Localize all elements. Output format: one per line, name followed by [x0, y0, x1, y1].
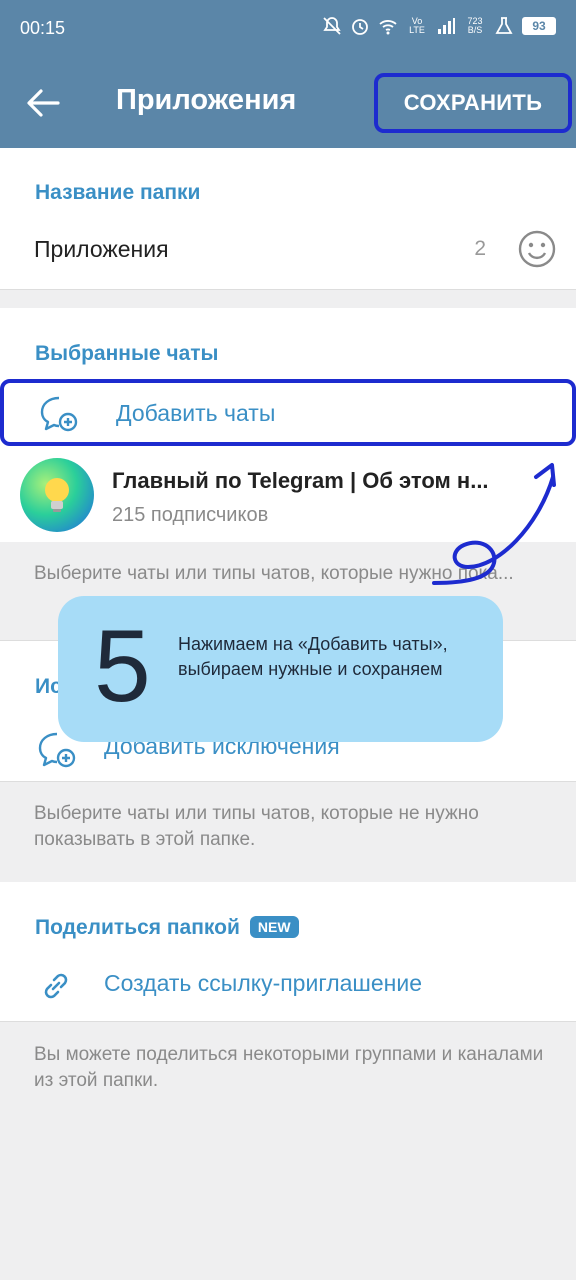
wifi-icon — [379, 20, 397, 35]
add-chats-button[interactable]: Добавить чаты — [0, 379, 576, 446]
signal-icon — [438, 18, 455, 34]
exclusions-hint: Выберите чаты или типы чатов, которые не… — [34, 803, 479, 850]
instruction-text: Нажимаем на «Добавить чаты», выбираем ну… — [178, 634, 448, 679]
add-chat-icon — [40, 396, 78, 432]
lightbulb-icon — [45, 478, 69, 512]
create-invite-link-label: Создать ссылку-приглашение — [104, 970, 423, 996]
mute-bell-icon — [323, 17, 341, 35]
hand-drawn-arrow-icon — [432, 463, 556, 585]
avatar — [20, 458, 94, 532]
page-title: Приложения — [116, 84, 297, 116]
battery-indicator: 93 — [522, 17, 556, 35]
instruction-callout: 5 Нажимаем на «Добавить чаты», выбираем … — [58, 596, 503, 742]
status-time: 00:15 — [20, 18, 66, 38]
flask-icon — [495, 17, 513, 34]
selected-chats-heading: Выбранные чаты — [35, 342, 219, 365]
network-speed: 723 B/S — [467, 16, 483, 35]
status-bar: 00:15 Vo LTE 723 B/S 93 — [0, 0, 576, 58]
share-folder-section: Поделиться папкой NEW Создать ссылку-приг… — [0, 882, 576, 1022]
add-chats-label: Добавить чаты — [116, 400, 276, 426]
chat-subscribers: 215 подписчиков — [112, 504, 269, 526]
alarm-icon — [352, 19, 368, 35]
app-bar: Приложения СОХРАНИТЬ — [0, 58, 576, 148]
folder-name-heading: Название папки — [35, 181, 201, 204]
status-icons: Vo LTE 723 B/S 93 — [322, 16, 556, 36]
volte-indicator: Vo LTE — [409, 16, 425, 35]
share-hint: Вы можете поделиться некоторыми группами… — [34, 1044, 544, 1091]
create-invite-link-button[interactable]: Создать ссылку-приглашение — [0, 960, 576, 1016]
step-number: 5 — [94, 609, 151, 723]
back-arrow-icon[interactable] — [26, 88, 60, 118]
emoji-icon[interactable] — [518, 230, 556, 268]
char-counter: 2 — [474, 237, 486, 260]
folder-name-input[interactable]: Приложения — [34, 236, 169, 263]
new-badge: NEW — [249, 916, 299, 938]
folder-name-section: Название папки Приложения 2 — [0, 148, 576, 290]
link-icon — [44, 973, 68, 999]
share-folder-heading: Поделиться папкой NEW — [35, 916, 299, 940]
save-button[interactable]: СОХРАНИТЬ — [374, 73, 572, 133]
